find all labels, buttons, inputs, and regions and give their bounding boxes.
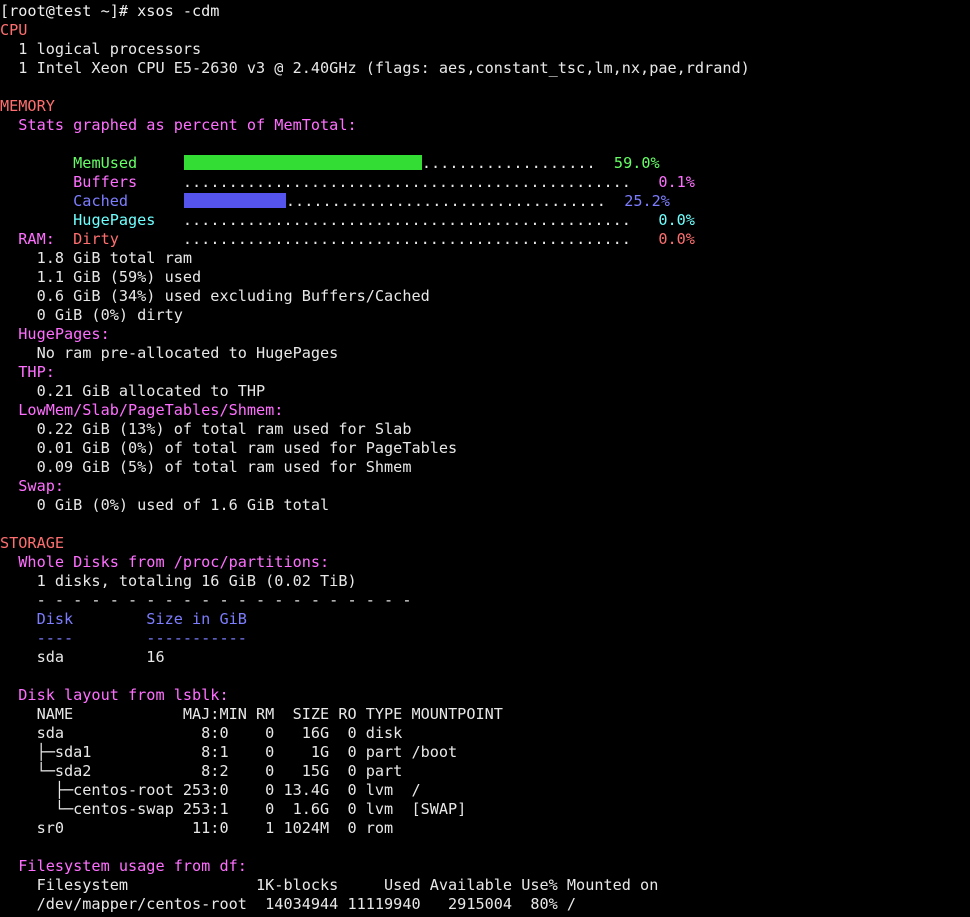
lsblk-line: NAME MAJ:MIN RM SIZE RO TYPE MOUNTPOINT (0, 705, 503, 723)
swap-line: 0 GiB (0%) used of 1.6 GiB total (0, 496, 330, 514)
hugepages-heading: HugePages: (0, 325, 110, 343)
ram-line: 0.6 GiB (34%) used excluding Buffers/Cac… (0, 287, 430, 305)
memory-graph-row: Cached .................................… (0, 173, 670, 210)
terminal-window[interactable]: [root@test ~]# xsos -cdm CPU 1 logical p… (0, 0, 970, 917)
memory-heading: MEMORY (0, 97, 55, 115)
graph-percent: 0.0% (658, 230, 695, 248)
whole-disks-line: 1 disks, totaling 16 GiB (0.02 TiB) (0, 572, 357, 590)
storage-heading: STORAGE (0, 534, 65, 552)
lowmem-line: 0.22 GiB (13%) of total ram used for Sla… (0, 420, 412, 438)
memory-graph-row: Dirty ..................................… (0, 211, 695, 248)
ram-line: 1.8 GiB total ram (0, 249, 193, 267)
shell-prompt: [root@test ~]# xsos -cdm (0, 2, 220, 20)
df-line: Filesystem 1K-blocks Used Available Use%… (0, 876, 659, 894)
ram-line: 0 GiB (0%) dirty (0, 306, 183, 324)
whole-disks-heading: Whole Disks from /proc/partitions: (0, 553, 330, 571)
disk-table-header: Disk Size in GiB (0, 610, 247, 628)
lowmem-line: 0.01 GiB (0%) of total ram used for Page… (0, 439, 458, 457)
thp-heading: THP: (0, 363, 55, 381)
lsblk-line: └─sda2 8:2 0 15G 0 part (0, 762, 403, 780)
cpu-model: 1 Intel Xeon CPU E5-2630 v3 @ 2.40GHz (f… (0, 59, 750, 77)
cpu-heading: CPU (0, 21, 28, 39)
swap-heading: Swap: (0, 477, 65, 495)
lsblk-line: sr0 11:0 1 1024M 0 rom (0, 819, 394, 837)
df-heading: Filesystem usage from df: (0, 857, 247, 875)
graph-dots: ........................................… (182, 230, 631, 248)
cpu-logical-processors: 1 logical processors (0, 40, 202, 58)
thp-line: 0.21 GiB allocated to THP (0, 382, 266, 400)
hugepages-line: No ram pre-allocated to HugePages (0, 344, 339, 362)
ram-heading: RAM: (0, 230, 55, 248)
memory-stats-heading: Stats graphed as percent of MemTotal: (0, 116, 357, 134)
disk-table-underline: ---- ----------- (0, 629, 247, 647)
graph-label: Dirty (73, 230, 119, 248)
lsblk-line: sda 8:0 0 16G 0 disk (0, 724, 403, 742)
lsblk-line: └─centos-swap 253:1 0 1.6G 0 lvm [SWAP] (0, 800, 467, 818)
ram-line: 1.1 GiB (59%) used (0, 268, 202, 286)
memory-graph-row: MemUsed ................... 59.0% (0, 135, 659, 172)
lsblk-heading: Disk layout from lsblk: (0, 686, 229, 704)
disk-separator: - - - - - - - - - - - - - - - - - - - - … (0, 591, 412, 609)
disk-table-row: sda 16 (0, 648, 165, 666)
lsblk-line: ├─sda1 8:1 0 1G 0 part /boot (0, 743, 458, 761)
memory-graph-row: Buffers ................................… (0, 154, 695, 191)
memory-graph-row: HugePages ..............................… (0, 192, 695, 229)
lowmem-line: 0.09 GiB (5%) of total ram used for Shme… (0, 458, 412, 476)
lsblk-line: ├─centos-root 253:0 0 13.4G 0 lvm / (0, 781, 421, 799)
df-line: /dev/mapper/centos-root 14034944 1111994… (0, 895, 577, 913)
lowmem-heading: LowMem/Slab/PageTables/Shmem: (0, 401, 284, 419)
